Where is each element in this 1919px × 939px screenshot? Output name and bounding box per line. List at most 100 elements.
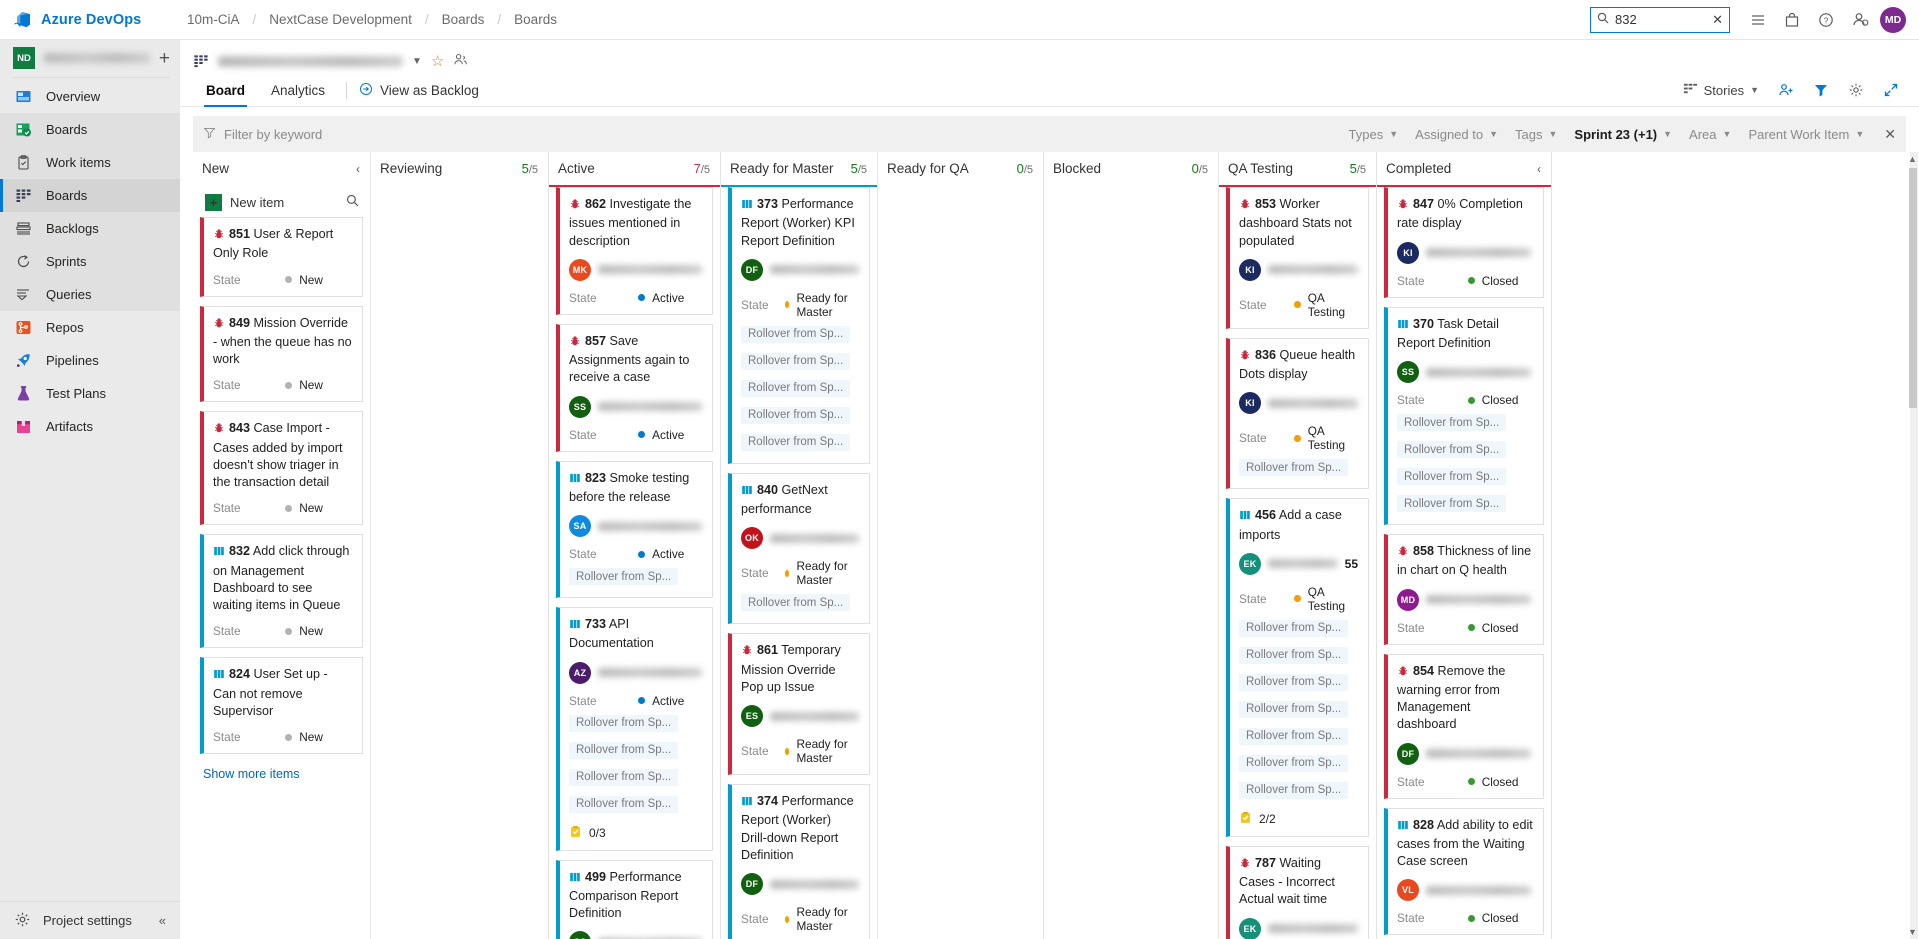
card-tag[interactable]: Rollover from Sp...: [741, 352, 851, 370]
filter-parent-work-item[interactable]: Parent Work Item ▼: [1748, 127, 1864, 142]
keyword-filter[interactable]: Filter by keyword: [203, 126, 322, 142]
card-state-row[interactable]: State New: [213, 624, 352, 638]
sidebar-item-test-plans[interactable]: Test Plans: [0, 377, 180, 410]
help-icon[interactable]: ?: [1812, 6, 1840, 34]
card-tag[interactable]: Rollover from Sp...: [1397, 468, 1507, 485]
search-box[interactable]: ✕: [1590, 6, 1730, 33]
card-assignee[interactable]: KI: [1239, 258, 1358, 281]
sidebar-item-sprints[interactable]: Sprints: [0, 245, 180, 278]
collapse-column-icon[interactable]: ‹: [356, 162, 360, 176]
search-input[interactable]: [1615, 12, 1705, 27]
boards-list-icon[interactable]: [1744, 6, 1772, 34]
card-assignee[interactable]: KI: [1239, 392, 1358, 415]
card-assignee[interactable]: SA: [569, 515, 702, 537]
card-state-row[interactable]: State Ready for Master: [741, 737, 859, 765]
card-tag[interactable]: Rollover from Sp...: [1239, 754, 1349, 772]
filter-area[interactable]: Area ▼: [1689, 127, 1731, 142]
card-tag[interactable]: Rollover from Sp...: [569, 768, 679, 786]
card-state-row[interactable]: State Closed: [1397, 393, 1533, 407]
card-tag[interactable]: Rollover from Sp...: [1239, 646, 1349, 664]
card-tag[interactable]: Rollover from Sp...: [1239, 619, 1349, 637]
work-item-card[interactable]: 862 Investigate the issues mentioned in …: [556, 187, 713, 315]
card-assignee[interactable]: ES: [741, 705, 859, 727]
card-assignee[interactable]: SS: [569, 395, 702, 418]
column-search-icon[interactable]: [346, 194, 363, 210]
card-state-row[interactable]: State Active: [569, 694, 702, 708]
card-state-row[interactable]: State QA Testing: [1239, 424, 1358, 452]
backlog-level-selector[interactable]: Stories ▼: [1676, 78, 1766, 102]
chevron-down-icon[interactable]: ▼: [412, 56, 422, 67]
work-item-card[interactable]: 499 Performance Comparison Report Defini…: [556, 859, 713, 939]
work-item-card[interactable]: 733 API Documentation AZ State Active Rollov…: [556, 607, 713, 851]
sidebar-item-queries[interactable]: Queries: [0, 278, 180, 311]
card-state-row[interactable]: State Closed: [1397, 274, 1533, 288]
work-item-card[interactable]: 858 Thickness of line in chart on Q heal…: [1384, 534, 1544, 645]
add-project-icon[interactable]: +: [159, 49, 170, 68]
sidebar-item-overview[interactable]: Overview: [0, 80, 180, 113]
sidebar-item-project-settings[interactable]: Project settings «: [0, 901, 180, 939]
card-assignee[interactable]: DF: [1397, 742, 1533, 765]
work-item-card[interactable]: 370 Task Detail Report Definition SS State…: [1384, 306, 1544, 525]
work-item-card[interactable]: 836 Queue health Dots display KI State QA T…: [1226, 337, 1369, 490]
project-selector[interactable]: ND +: [0, 40, 180, 76]
card-tag[interactable]: Rollover from Sp...: [741, 406, 851, 424]
card-assignee[interactable]: MK: [569, 258, 702, 281]
work-item-card[interactable]: 823 Smoke testing before the release SA St…: [556, 460, 713, 598]
card-tag[interactable]: Rollover from Sp...: [1397, 414, 1507, 431]
sidebar-item-artifacts[interactable]: Artifacts: [0, 410, 180, 443]
card-assignee[interactable]: DF: [741, 258, 859, 281]
work-item-card[interactable]: 853 Worker dashboard Stats not populated…: [1226, 187, 1369, 329]
card-tag[interactable]: Rollover from Sp...: [741, 433, 851, 451]
card-checklist[interactable]: 0/3: [569, 825, 702, 841]
board-settings-gear-icon[interactable]: [1841, 79, 1871, 101]
work-item-card[interactable]: 374 Performance Report (Worker) Drill-do…: [728, 784, 870, 939]
card-state-row[interactable]: State Ready for Master: [741, 559, 859, 587]
collapse-column-icon[interactable]: ‹: [1537, 162, 1541, 176]
breadcrumb-page[interactable]: Boards: [514, 12, 557, 27]
sidebar-item-work-items[interactable]: Work items: [0, 146, 180, 179]
work-item-card[interactable]: 456 Add a case imports EK 55 State QA Testin…: [1226, 498, 1369, 837]
card-assignee[interactable]: SS: [1397, 361, 1533, 383]
board-scrollbar[interactable]: ▲ ▼: [1908, 152, 1918, 939]
card-tag[interactable]: Rollover from Sp...: [1397, 441, 1507, 458]
card-state-row[interactable]: State Closed: [1397, 911, 1533, 925]
card-state-row[interactable]: State Active: [569, 428, 702, 442]
card-state-row[interactable]: State New: [213, 730, 352, 744]
breadcrumb-org[interactable]: 10m-CiA: [187, 12, 240, 27]
sidebar-item-boards-hub[interactable]: Boards: [0, 113, 180, 146]
card-tag[interactable]: Rollover from Sp...: [569, 568, 679, 585]
favorite-star-icon[interactable]: ☆: [431, 52, 444, 70]
fullscreen-button[interactable]: [1876, 79, 1906, 101]
card-state-row[interactable]: State Ready for Master: [741, 291, 859, 319]
card-assignee[interactable]: OK: [741, 527, 859, 550]
tab-board[interactable]: Board: [193, 74, 258, 107]
sidebar-item-pipelines[interactable]: Pipelines: [0, 344, 180, 377]
card-tag[interactable]: Rollover from Sp...: [569, 714, 679, 732]
brand[interactable]: Azure DevOps: [0, 10, 180, 29]
card-assignee[interactable]: EK 55: [1239, 552, 1358, 575]
work-item-card[interactable]: 843 Case Import - Cases added by import …: [200, 411, 363, 526]
sidebar-item-repos[interactable]: Repos: [0, 311, 180, 344]
card-assignee[interactable]: AZ: [569, 661, 702, 684]
card-state-row[interactable]: State New: [213, 273, 352, 287]
card-assignee[interactable]: DF: [741, 873, 859, 895]
card-state-row[interactable]: State Closed: [1397, 775, 1533, 789]
work-item-card[interactable]: 787 Waiting Cases - Incorrect Actual wai…: [1226, 845, 1369, 939]
sidebar-item-boards[interactable]: Boards: [0, 179, 180, 212]
card-state-row[interactable]: State QA Testing: [1239, 291, 1358, 319]
filter-button[interactable]: [1806, 79, 1836, 101]
card-tag[interactable]: Rollover from Sp...: [1239, 673, 1349, 691]
work-item-card[interactable]: 824 User Set up - Can not remove Supervi…: [200, 657, 363, 754]
work-item-card[interactable]: 840 GetNext performance OK State Ready for …: [728, 472, 870, 625]
breadcrumb-project[interactable]: NextCase Development: [269, 12, 412, 27]
card-tag[interactable]: Rollover from Sp...: [741, 325, 851, 343]
show-more-items-link[interactable]: Show more items: [200, 763, 363, 785]
card-state-row[interactable]: State New: [213, 501, 352, 515]
view-as-backlog-button[interactable]: View as Backlog: [355, 82, 479, 99]
card-assignee[interactable]: VL: [1397, 879, 1533, 902]
work-item-card[interactable]: 851 User & Report Only Role State New: [200, 217, 363, 297]
work-item-card[interactable]: 861 Temporary Mission Override Pop up Is…: [728, 633, 870, 775]
work-item-card[interactable]: 857 Save Assignments again to receive a …: [556, 323, 713, 452]
card-tag[interactable]: Rollover from Sp...: [569, 795, 679, 813]
collapse-sidebar-icon[interactable]: «: [159, 913, 180, 928]
